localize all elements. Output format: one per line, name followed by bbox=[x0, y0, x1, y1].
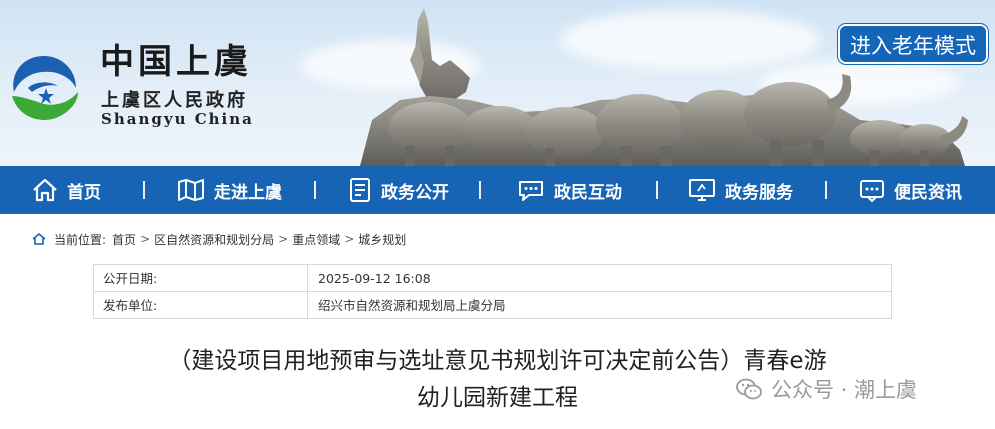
chat-icon bbox=[519, 181, 543, 201]
breadcrumb-link-bureau[interactable]: 区自然资源和规划分局 bbox=[154, 231, 274, 248]
table-row: 公开日期: 2025-09-12 16:08 bbox=[94, 265, 891, 292]
wechat-icon bbox=[736, 378, 762, 400]
breadcrumb: 当前位置: 首页 > 区自然资源和规划分局 > 重点领域 > 城乡规划 bbox=[32, 230, 406, 248]
nav-item-about-shangyu[interactable]: 走进上虞 bbox=[177, 166, 282, 214]
map-icon bbox=[178, 179, 204, 201]
breadcrumb-separator: > bbox=[278, 232, 289, 246]
breadcrumb-separator: > bbox=[344, 232, 355, 246]
logo-subtitle: 上虞区人民政府 bbox=[101, 90, 248, 111]
home-icon bbox=[33, 178, 57, 202]
info-message-icon bbox=[860, 180, 884, 202]
nav-item-home[interactable]: 首页 bbox=[32, 166, 101, 214]
nav-divider bbox=[143, 181, 145, 199]
wechat-watermark: 公众号 · 潮上虞 bbox=[735, 374, 917, 404]
nav-item-interaction[interactable]: 政民互动 bbox=[517, 166, 622, 214]
site-logo[interactable]: 中国上虞 上虞区人民政府 Shangyu China bbox=[4, 34, 304, 134]
nav-item-label: 走进上虞 bbox=[214, 182, 282, 203]
shangyu-emblem-icon bbox=[12, 56, 78, 120]
watermark-text: 公众号 · 潮上虞 bbox=[771, 378, 918, 402]
nav-item-label: 政民互动 bbox=[554, 182, 622, 203]
breadcrumb-link-urban-planning[interactable]: 城乡规划 bbox=[358, 231, 406, 248]
monitor-icon bbox=[689, 179, 715, 201]
publisher-value: 绍兴市自然资源和规划局上虞分局 bbox=[318, 298, 506, 313]
logo-title: 中国上虞 bbox=[100, 42, 252, 82]
nav-item-label: 政务服务 bbox=[725, 182, 793, 203]
breadcrumb-separator: > bbox=[140, 232, 151, 246]
nav-divider bbox=[314, 181, 316, 199]
main-nav: 首页 走进上虞 政务公开 政民互动 政务服务 便民资讯 bbox=[0, 166, 995, 214]
nav-item-gov-services[interactable]: 政务服务 bbox=[688, 166, 793, 214]
nav-item-label: 政务公开 bbox=[381, 182, 449, 203]
document-icon bbox=[350, 178, 370, 202]
publish-date-value: 2025-09-12 16:08 bbox=[318, 271, 431, 286]
nav-item-gov-affairs-open[interactable]: 政务公开 bbox=[348, 166, 449, 214]
elder-mode-button[interactable]: 进入老年模式 bbox=[838, 24, 988, 64]
nav-item-label: 首页 bbox=[67, 182, 101, 203]
publish-date-label: 公开日期: bbox=[94, 265, 308, 291]
breadcrumb-link-key-areas[interactable]: 重点领域 bbox=[292, 231, 340, 248]
table-row: 发布单位: 绍兴市自然资源和规划局上虞分局 bbox=[94, 292, 891, 319]
publisher-label: 发布单位: bbox=[94, 292, 308, 319]
header-banner: 中国上虞 上虞区人民政府 Shangyu China 进入老年模式 bbox=[0, 0, 995, 166]
breadcrumb-prefix: 当前位置: bbox=[54, 232, 107, 247]
nav-divider bbox=[825, 181, 827, 199]
logo-english: Shangyu China bbox=[101, 110, 254, 128]
nav-divider bbox=[656, 181, 658, 199]
breadcrumb-link-home[interactable]: 首页 bbox=[112, 231, 136, 248]
nav-divider bbox=[479, 181, 481, 199]
nav-item-public-info[interactable]: 便民资讯 bbox=[859, 166, 962, 214]
breadcrumb-home-icon bbox=[32, 233, 46, 245]
nav-item-label: 便民资讯 bbox=[894, 182, 962, 203]
article-info-table: 公开日期: 2025-09-12 16:08 发布单位: 绍兴市自然资源和规划局… bbox=[93, 264, 892, 319]
